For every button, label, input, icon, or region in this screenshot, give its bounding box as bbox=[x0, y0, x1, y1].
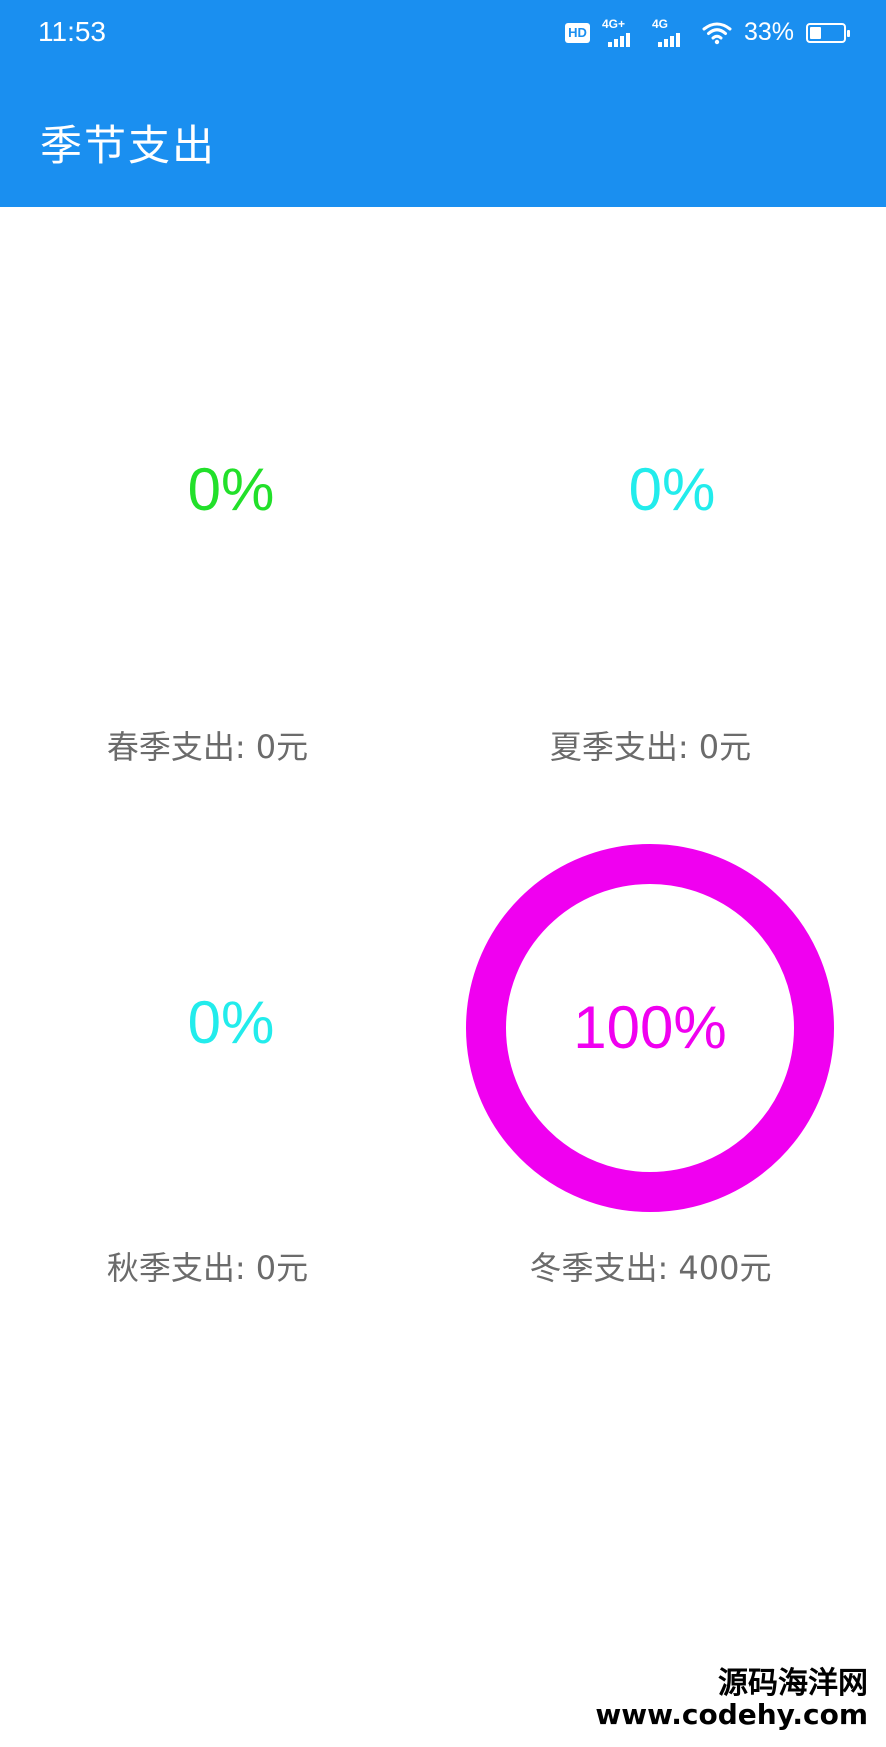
caption-winter: 冬季支出: 400元 bbox=[529, 1249, 772, 1287]
status-time: 11:53 bbox=[38, 16, 106, 47]
watermark: 源码海洋网 www.codehy.com bbox=[595, 1667, 868, 1731]
battery-percent: 33% bbox=[743, 18, 794, 46]
page-title: 季节支出 bbox=[40, 121, 217, 170]
signal-4g-plus-icon: 4G+ bbox=[602, 17, 640, 47]
percent-label-spring: 0% bbox=[187, 456, 275, 523]
caption-spring: 春季支出: 0元 bbox=[106, 728, 309, 766]
signal-4g-icon: 4G bbox=[652, 17, 690, 47]
watermark-line-1: 源码海洋网 bbox=[718, 1666, 868, 1702]
season-card-autumn: 0% 秋季支出: 0元 bbox=[0, 843, 443, 1363]
app-header: 11:53 HD 4G+ 4G 33% 季节支出 bbox=[0, 0, 886, 207]
percent-label-summer: 0% bbox=[628, 456, 716, 523]
wifi-icon bbox=[702, 22, 732, 44]
percent-label-winter: 100% bbox=[573, 994, 727, 1061]
status-bar: 11:53 HD 4G+ 4G 33% bbox=[0, 0, 886, 72]
battery-icon bbox=[806, 22, 850, 43]
season-card-summer: 0% 夏季支出: 0元 bbox=[443, 310, 886, 830]
percent-label-autumn: 0% bbox=[187, 989, 275, 1056]
season-card-spring: 0% 春季支出: 0元 bbox=[0, 310, 443, 830]
caption-autumn: 秋季支出: 0元 bbox=[106, 1249, 309, 1287]
status-icons: HD 4G+ 4G 33% bbox=[565, 17, 850, 47]
season-card-winter: 100% 冬季支出: 400元 bbox=[443, 843, 886, 1363]
watermark-line-2: www.codehy.com bbox=[595, 1698, 868, 1732]
caption-summer: 夏季支出: 0元 bbox=[549, 728, 752, 766]
hd-icon: HD bbox=[565, 22, 590, 43]
